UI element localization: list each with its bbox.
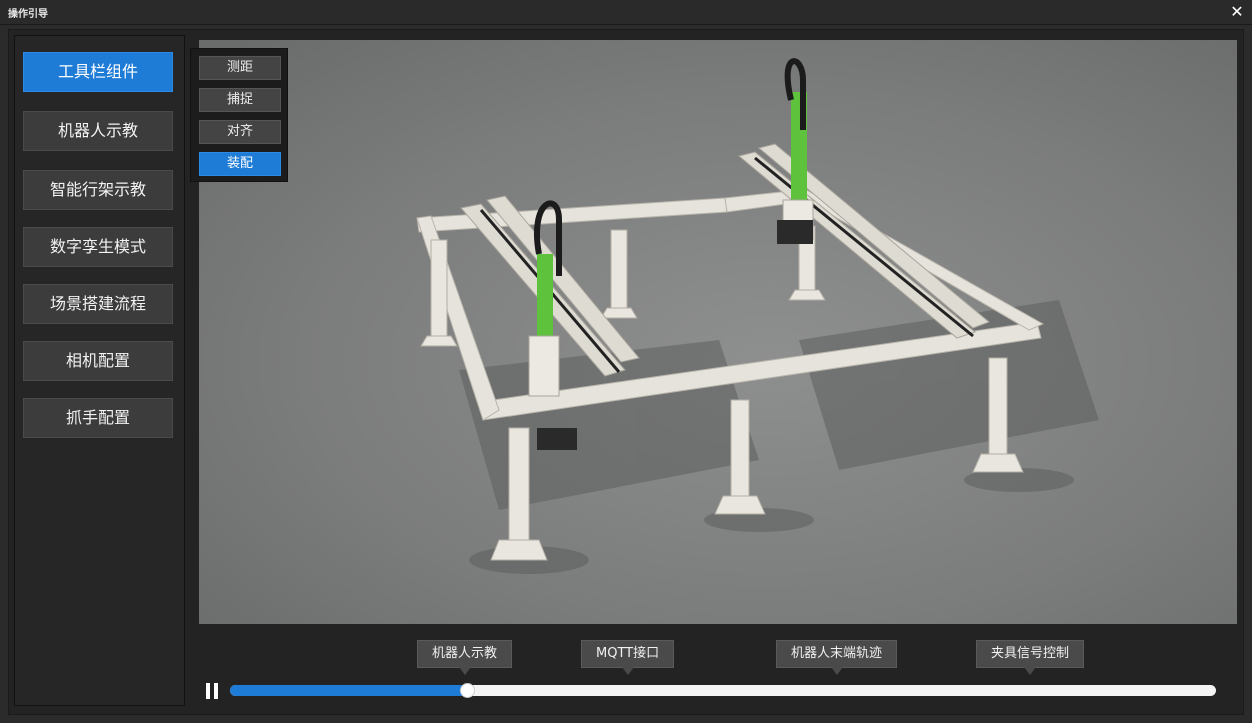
timeline-marker-end-effector[interactable]: 机器人末端轨迹 — [776, 640, 898, 675]
sidebar-item-scene-building[interactable]: 场景搭建流程 — [23, 284, 173, 324]
pause-icon[interactable] — [204, 682, 220, 700]
submenu-measure[interactable]: 测距 — [199, 56, 281, 80]
submenu-align[interactable]: 对齐 — [199, 120, 281, 144]
timeline-track[interactable] — [230, 683, 1216, 698]
toolbar-submenu: 测距 捕捉 对齐 装配 — [190, 48, 288, 182]
close-icon[interactable]: ✕ — [1228, 2, 1246, 22]
sidebar-item-robot-teaching[interactable]: 机器人示教 — [23, 111, 173, 151]
submenu-assemble[interactable]: 装配 — [199, 152, 281, 176]
gantry-robot-scene — [199, 40, 1237, 624]
timeline-marker-robot-teaching[interactable]: 机器人示教 — [417, 640, 513, 675]
scene-viewport[interactable] — [199, 40, 1237, 624]
timeline-marker-mqtt[interactable]: MQTT接口 — [581, 640, 675, 675]
timeline-marker-gripper-signal[interactable]: 夹具信号控制 — [976, 640, 1085, 675]
submenu-snap[interactable]: 捕捉 — [199, 88, 281, 112]
window-title: 操作引导 — [8, 9, 48, 20]
sidebar-item-digital-twin[interactable]: 数字孪生模式 — [23, 227, 173, 267]
sidebar-item-camera-config[interactable]: 相机配置 — [23, 341, 173, 381]
sidebar-item-gantry-teaching[interactable]: 智能行架示教 — [23, 170, 173, 210]
sidebar-item-toolbar-components[interactable]: 工具栏组件 — [23, 52, 173, 92]
timeline-progress — [230, 685, 467, 696]
sidebar-item-gripper-config[interactable]: 抓手配置 — [23, 398, 173, 438]
title-bar: 操作引导 ✕ — [0, 0, 1252, 25]
timeline-thumb[interactable] — [459, 683, 475, 698]
